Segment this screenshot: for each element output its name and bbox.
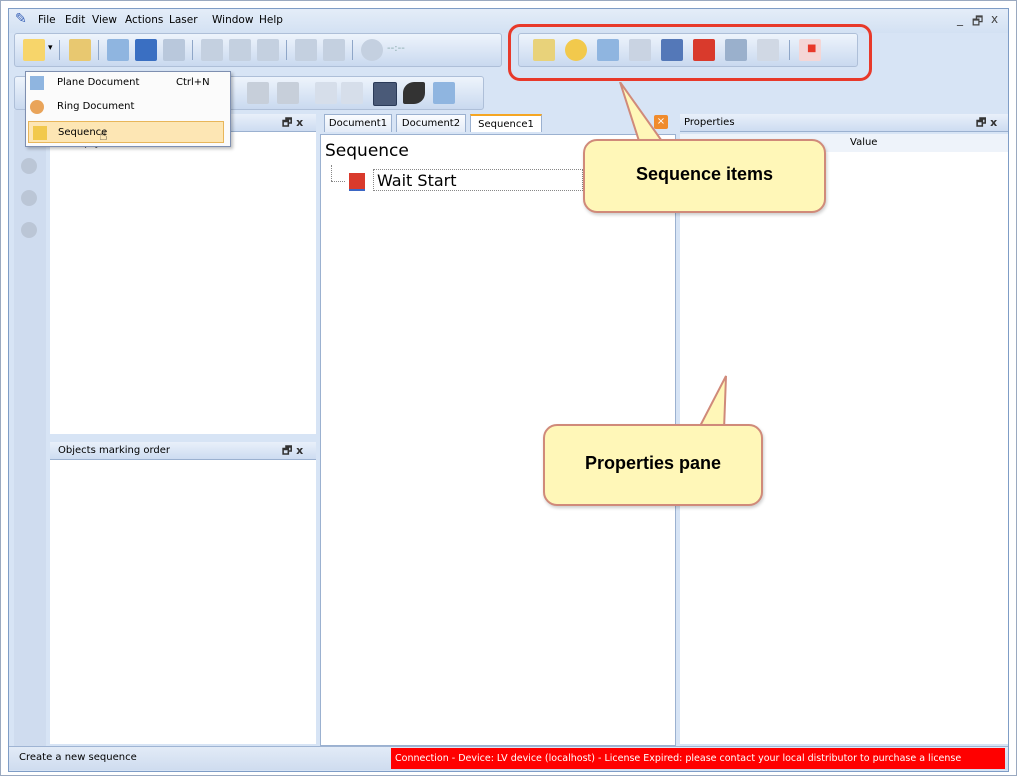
copy-icon[interactable] <box>229 39 251 61</box>
tree-line <box>331 165 333 181</box>
menu-item-ring-document[interactable]: Ring Document <box>26 96 228 118</box>
menu-laser[interactable]: Laser <box>169 14 198 26</box>
toolbar-separator <box>98 40 99 60</box>
mouse-cursor-icon: ☝ <box>99 128 108 144</box>
next-icon[interactable] <box>341 82 363 104</box>
pane-pin-close[interactable]: 🗗 x <box>282 114 303 131</box>
marking-order-body <box>50 460 316 744</box>
paste-icon[interactable] <box>257 39 279 61</box>
menu-item-plane-document[interactable]: Plane Document Ctrl+N <box>26 72 228 94</box>
minimize-button[interactable]: _ <box>957 12 963 26</box>
menu-file[interactable]: File <box>38 14 56 26</box>
globe-icon[interactable] <box>21 158 37 174</box>
menu-actions[interactable]: Actions <box>125 14 163 26</box>
new-dropdown-menu: Plane Document Ctrl+N Ring Document Sequ… <box>25 71 231 147</box>
new-icon[interactable] <box>23 39 45 61</box>
pane-pin-close[interactable]: 🗗 x <box>976 114 997 131</box>
previous-icon[interactable] <box>315 82 337 104</box>
undo-icon[interactable] <box>295 39 317 61</box>
toolbar-separator <box>352 40 353 60</box>
open-icon[interactable] <box>107 39 129 61</box>
main-toolbar: ▾ --:-- <box>14 33 502 67</box>
laser-pointer-icon[interactable] <box>403 82 425 104</box>
tab-document1[interactable]: Document1 <box>324 114 392 132</box>
laser-run-icon[interactable] <box>373 82 397 106</box>
marking-order-header: Objects marking order 🗗 x <box>50 442 316 460</box>
toolbar-separator <box>59 40 60 60</box>
sequence-icon <box>33 126 47 140</box>
left-tool-strip <box>14 110 46 746</box>
menu-item-sequence[interactable]: Sequence <box>28 121 224 143</box>
wait-start-icon <box>349 173 365 191</box>
menu-view[interactable]: View <box>92 14 117 26</box>
properties-header: × Properties 🗗 x <box>654 114 1008 132</box>
callout-properties-pane: Properties pane <box>543 424 763 506</box>
filter-icon[interactable] <box>247 82 269 104</box>
cut-icon[interactable] <box>201 39 223 61</box>
menu-edit[interactable]: Edit <box>65 14 85 26</box>
redo-icon[interactable] <box>323 39 345 61</box>
objects-pane-body: <empty> <box>50 132 316 434</box>
connection-status: Connection - Device: LV device (localhos… <box>391 748 1005 769</box>
timer-icon[interactable] <box>361 39 383 61</box>
new-dropdown-arrow-icon[interactable]: ▾ <box>48 43 53 53</box>
pane-pin-close[interactable]: 🗗 x <box>282 442 303 459</box>
properties-title: Properties <box>684 117 735 128</box>
app-logo-icon: ✎ <box>15 11 27 27</box>
toolbar-separator <box>286 40 287 60</box>
sequence-item-wait-start[interactable]: Wait Start <box>373 169 583 191</box>
tab-sequence1[interactable]: Sequence1 <box>470 114 542 132</box>
save-icon[interactable] <box>135 39 157 61</box>
template-icon[interactable] <box>69 39 91 61</box>
timer-readout: --:-- <box>387 43 405 54</box>
menu-window[interactable]: Window <box>212 14 253 26</box>
menu-help[interactable]: Help <box>259 14 283 26</box>
print-icon[interactable] <box>163 39 185 61</box>
toolbar-separator <box>192 40 193 60</box>
callout-sequence-items: Sequence items <box>583 139 826 213</box>
sequence-items-highlight <box>508 24 872 81</box>
column-value: Value <box>850 137 878 148</box>
laser-preview-icon[interactable] <box>433 82 455 104</box>
restore-button[interactable]: 🗗 <box>972 12 983 33</box>
objects-pane: 🗗 x <empty> <box>50 114 316 434</box>
filter-alt-icon[interactable] <box>277 82 299 104</box>
marking-order-title: Objects marking order <box>58 445 171 456</box>
status-bar: Create a new sequence Connection - Devic… <box>9 746 1008 770</box>
tab-document2[interactable]: Document2 <box>396 114 466 132</box>
layers-icon[interactable] <box>21 190 37 206</box>
close-button[interactable]: x <box>991 12 998 26</box>
tree-line <box>331 181 345 183</box>
marking-order-pane: Objects marking order 🗗 x <box>50 442 316 744</box>
zoom-icon[interactable] <box>21 222 37 238</box>
ring-document-icon <box>30 100 44 114</box>
sequence-heading: Sequence <box>325 141 409 161</box>
status-text: Create a new sequence <box>19 752 137 763</box>
plane-document-icon <box>30 76 44 90</box>
